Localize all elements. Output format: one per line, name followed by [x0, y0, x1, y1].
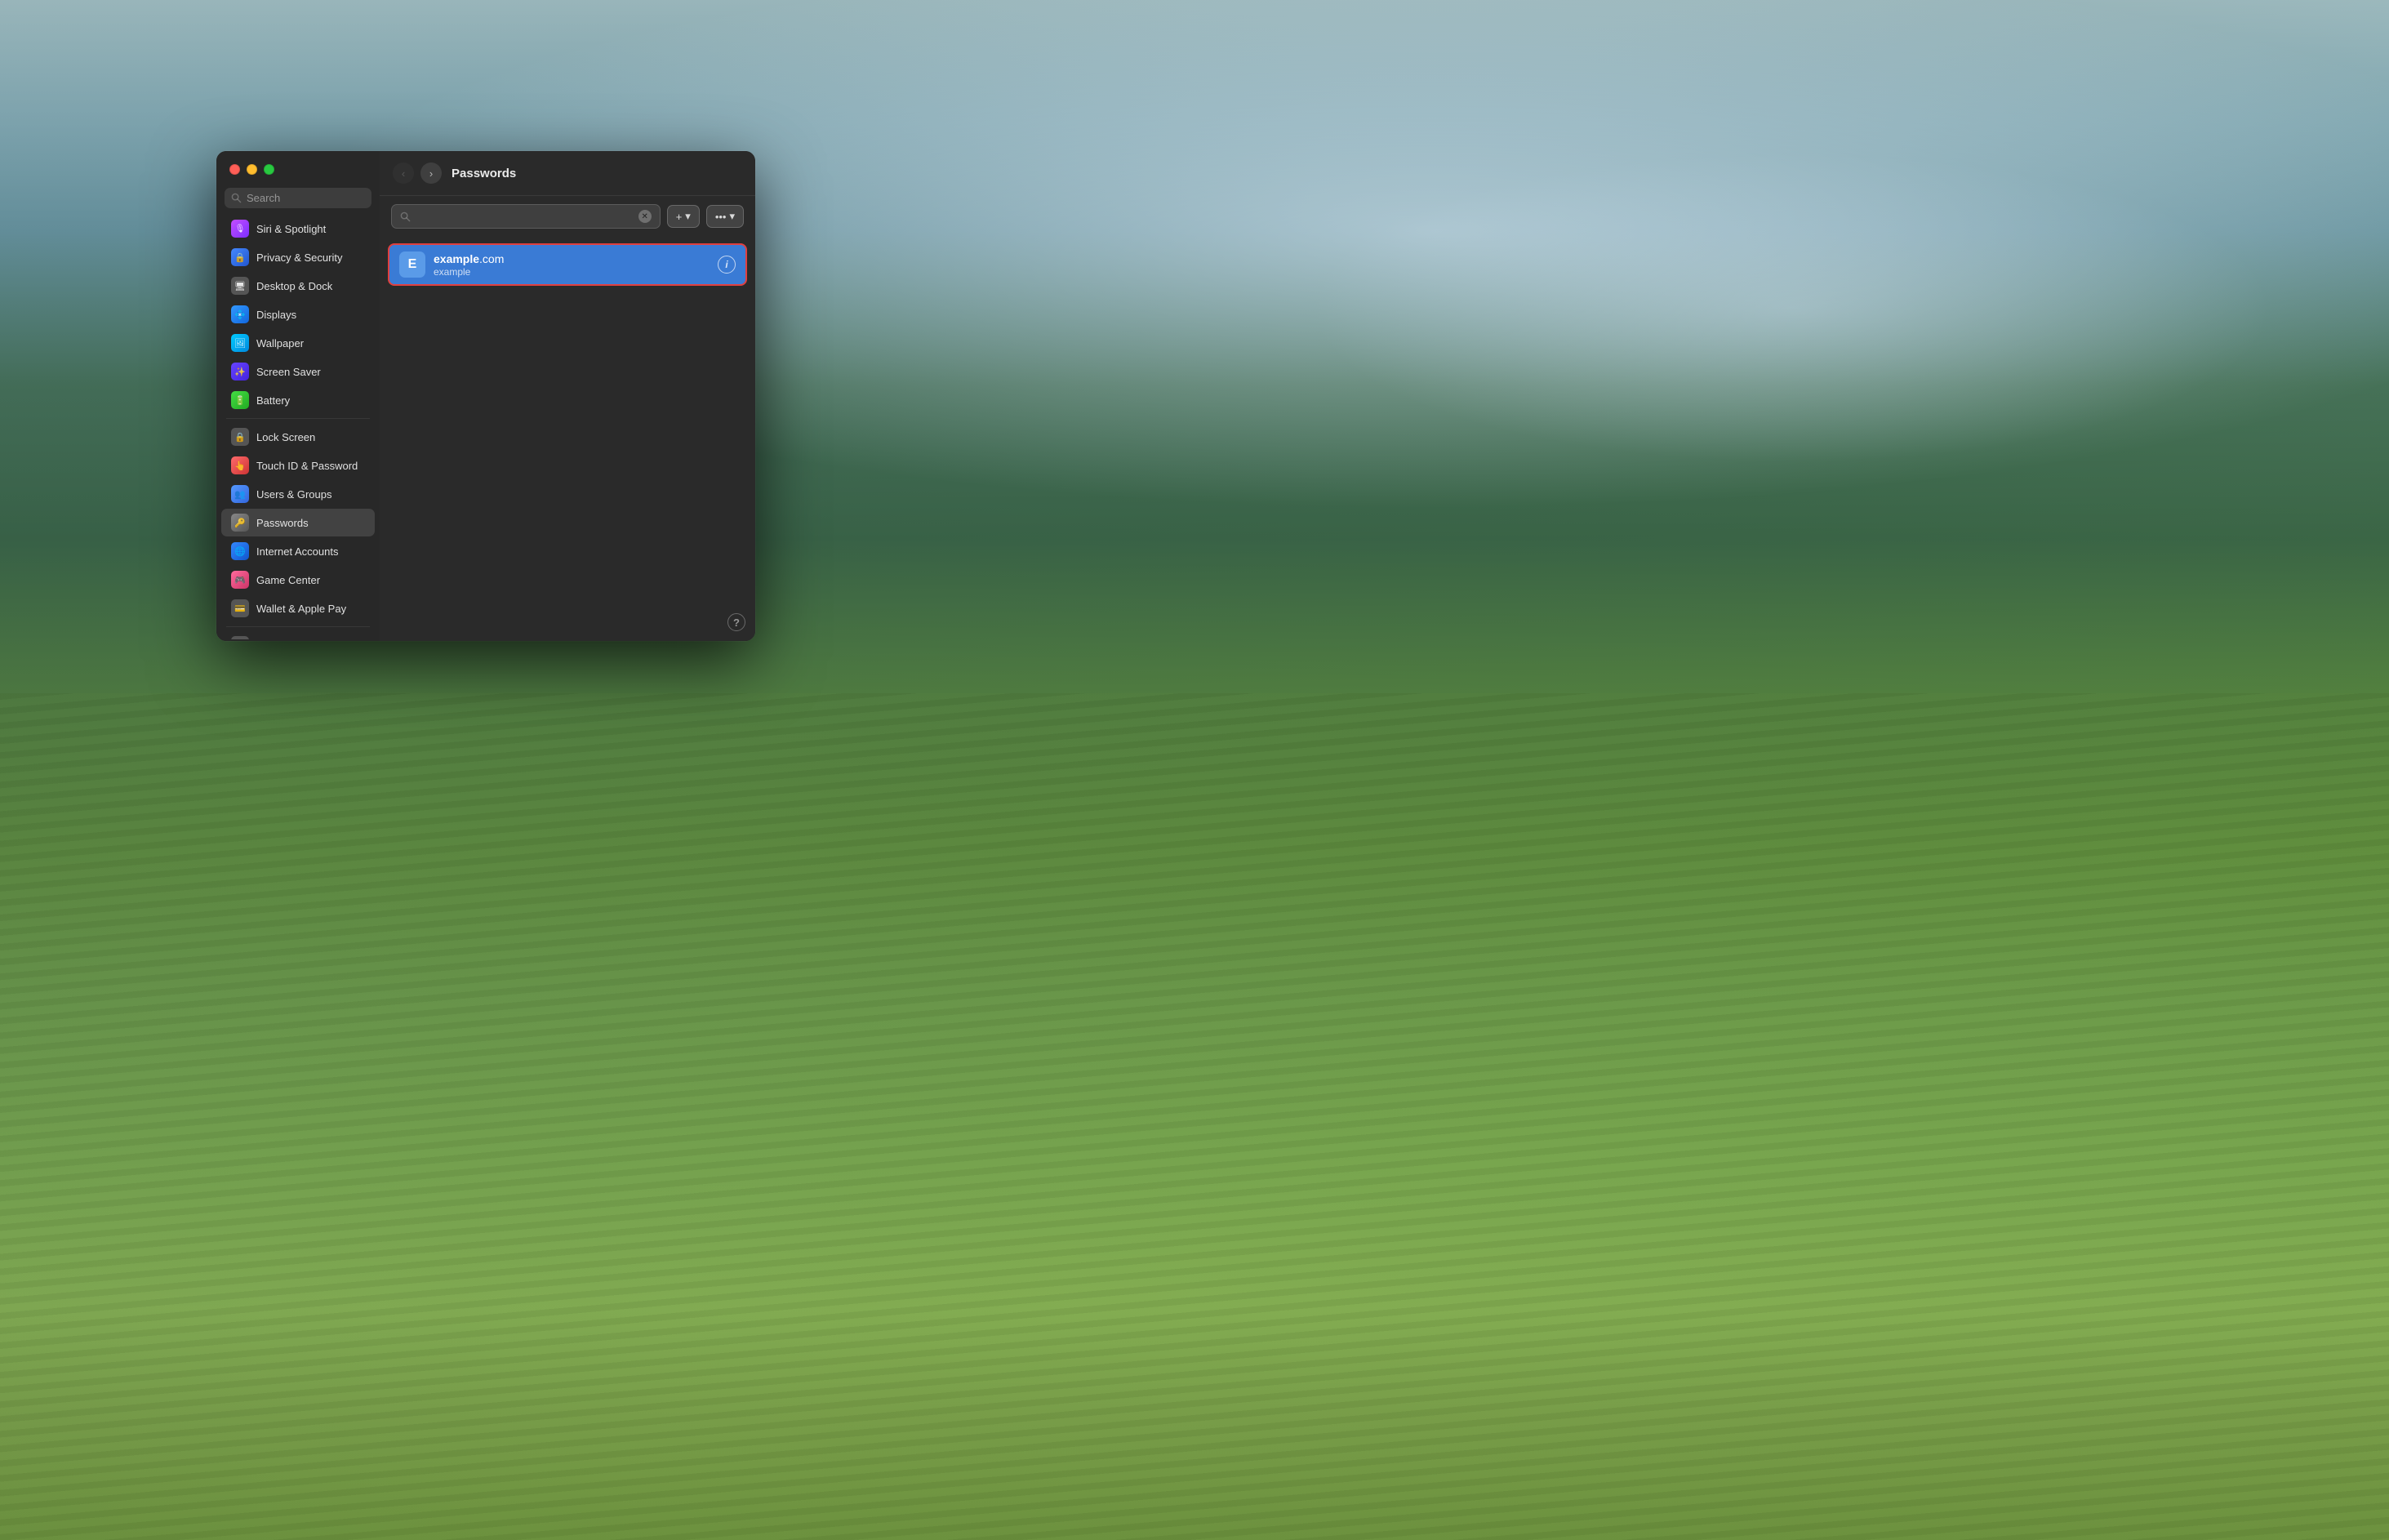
sidebar-item-passwords[interactable]: 🔑 Passwords — [221, 509, 375, 536]
traffic-lights — [216, 151, 380, 185]
sidebar-label-touchid: Touch ID & Password — [256, 460, 367, 472]
sidebar-search-input[interactable] — [247, 192, 365, 204]
password-tld: .com — [479, 252, 504, 265]
sidebar-item-internet-accounts[interactable]: 🌐 Internet Accounts — [221, 537, 375, 565]
sidebar-label-wallpaper: Wallpaper — [256, 337, 367, 349]
maximize-button[interactable] — [264, 164, 274, 175]
sidebar-item-wallet[interactable]: 💳 Wallet & Apple Pay — [221, 594, 375, 622]
ellipsis-icon: ••• — [715, 211, 727, 223]
add-chevron-icon: ▾ — [685, 210, 691, 223]
more-chevron-icon: ▾ — [729, 210, 735, 223]
sidebar-label-keyboard: Keyboard — [256, 639, 367, 640]
sidebar-label-wallet: Wallet & Apple Pay — [256, 603, 367, 615]
sidebar-divider-1 — [226, 418, 370, 419]
help-button[interactable]: ? — [727, 613, 745, 631]
sidebar-item-wallpaper[interactable]: 🖼 Wallpaper — [221, 329, 375, 357]
password-list-item[interactable]: E example.com example i — [388, 243, 747, 286]
password-item-info: example.com example — [434, 252, 718, 278]
wallet-icon: 💳 — [231, 599, 249, 617]
passwords-search-input[interactable]: example — [416, 211, 634, 223]
passwords-icon: 🔑 — [231, 514, 249, 532]
search-icon — [231, 193, 242, 203]
sidebar-item-battery[interactable]: 🔋 Battery — [221, 386, 375, 414]
sidebar-search-container[interactable] — [225, 188, 371, 208]
search-icon — [400, 211, 411, 222]
sidebar-item-touch-id[interactable]: 👆 Touch ID & Password — [221, 452, 375, 479]
desktop-icon: 🖥 — [231, 277, 249, 295]
sidebar-item-lock-screen[interactable]: 🔒 Lock Screen — [221, 423, 375, 451]
sidebar-item-screen-saver[interactable]: ✨ Screen Saver — [221, 358, 375, 385]
plus-icon: + — [676, 211, 683, 223]
battery-icon: 🔋 — [231, 391, 249, 409]
clear-search-button[interactable]: ✕ — [638, 210, 652, 223]
sidebar-label-battery: Battery — [256, 394, 367, 407]
sidebar-item-privacy-security[interactable]: 🔒 Privacy & Security — [221, 243, 375, 271]
main-content: ‹ › Passwords example ✕ + ▾ ••• — [380, 151, 755, 641]
sidebar-item-keyboard[interactable]: ⌨️ Keyboard — [221, 631, 375, 639]
sidebar-item-desktop-dock[interactable]: 🖥 Desktop & Dock — [221, 272, 375, 300]
minimize-button[interactable] — [247, 164, 257, 175]
lock-screen-icon: 🔒 — [231, 428, 249, 446]
sidebar-divider-2 — [226, 626, 370, 627]
passwords-search-bar[interactable]: example ✕ — [391, 204, 661, 229]
privacy-icon: 🔒 — [231, 248, 249, 266]
password-domain: example — [434, 252, 479, 265]
password-info-button[interactable]: i — [718, 256, 736, 274]
screensaver-icon: ✨ — [231, 363, 249, 381]
wallpaper-icon: 🖼 — [231, 334, 249, 352]
main-toolbar: example ✕ + ▾ ••• ▾ — [380, 196, 755, 237]
sidebar-label-displays: Displays — [256, 309, 367, 321]
displays-icon: 💠 — [231, 305, 249, 323]
touchid-icon: 👆 — [231, 456, 249, 474]
siri-icon: 🎙 — [231, 220, 249, 238]
main-titlebar: ‹ › Passwords — [380, 151, 755, 196]
sidebar-label-screensaver: Screen Saver — [256, 366, 367, 378]
sidebar-label-internet: Internet Accounts — [256, 545, 367, 558]
back-button[interactable]: ‹ — [393, 162, 414, 184]
password-item-title: example.com — [434, 252, 718, 265]
passwords-list-area: E example.com example i ? — [380, 237, 755, 641]
forward-button[interactable]: › — [420, 162, 442, 184]
gamecenter-icon: 🎮 — [231, 571, 249, 589]
system-preferences-window: 🎙 Siri & Spotlight 🔒 Privacy & Security … — [216, 151, 755, 641]
sidebar-label-privacy: Privacy & Security — [256, 251, 367, 264]
sidebar-item-game-center[interactable]: 🎮 Game Center — [221, 566, 375, 594]
more-options-button[interactable]: ••• ▾ — [706, 205, 744, 228]
sidebar-item-siri-spotlight[interactable]: 🎙 Siri & Spotlight — [221, 215, 375, 243]
sidebar-label-gamecenter: Game Center — [256, 574, 367, 586]
users-icon: 👥 — [231, 485, 249, 503]
sidebar-label-desktop: Desktop & Dock — [256, 280, 367, 292]
close-button[interactable] — [229, 164, 240, 175]
sidebar-items-list: 🎙 Siri & Spotlight 🔒 Privacy & Security … — [216, 215, 380, 639]
password-item-username: example — [434, 266, 718, 278]
sidebar-item-users-groups[interactable]: 👥 Users & Groups — [221, 480, 375, 508]
sidebar: 🎙 Siri & Spotlight 🔒 Privacy & Security … — [216, 151, 380, 641]
sidebar-label-passwords: Passwords — [256, 517, 367, 529]
page-title: Passwords — [452, 167, 516, 180]
keyboard-icon: ⌨️ — [231, 636, 249, 639]
internet-icon: 🌐 — [231, 542, 249, 560]
sidebar-item-displays[interactable]: 💠 Displays — [221, 300, 375, 328]
add-password-button[interactable]: + ▾ — [667, 205, 700, 228]
password-item-avatar: E — [399, 251, 425, 278]
sidebar-label-siri: Siri & Spotlight — [256, 223, 367, 235]
sidebar-label-users: Users & Groups — [256, 488, 367, 501]
sidebar-label-lock: Lock Screen — [256, 431, 367, 443]
